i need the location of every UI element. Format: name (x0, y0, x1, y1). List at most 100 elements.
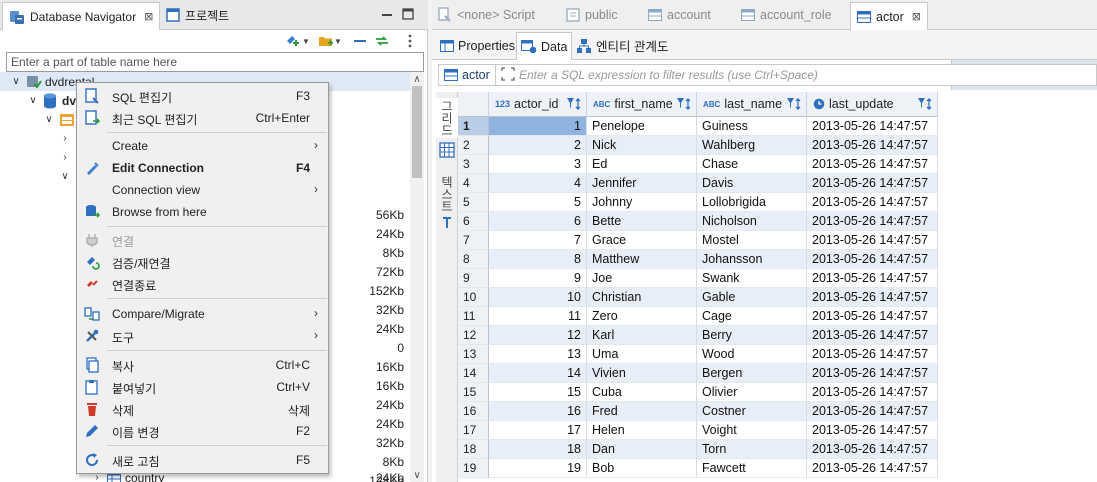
cell-last-update[interactable]: 2013-05-26 14:47:57 (807, 383, 938, 402)
table-row[interactable]: 7 7 Grace Mostel 2013-05-26 14:47:57 (458, 231, 1097, 250)
cell-first-name[interactable]: Grace (587, 231, 697, 250)
menu-item-create[interactable]: Create › (78, 135, 328, 157)
cell-first-name[interactable]: Penelope (587, 117, 697, 136)
collapse-all-icon[interactable] (352, 33, 368, 49)
cell-last-name[interactable]: Nicholson (697, 212, 807, 231)
minimize-icon[interactable] (381, 8, 393, 20)
table-row[interactable]: 12 12 Karl Berry 2013-05-26 14:47:57 (458, 326, 1097, 345)
view-menu-icon[interactable] (402, 33, 418, 49)
table-row[interactable]: 15 15 Cuba Olivier 2013-05-26 14:47:57 (458, 383, 1097, 402)
cell-last-name[interactable]: Wood (697, 345, 807, 364)
tab-grid-view[interactable]: 그리드 (436, 98, 458, 138)
grid-icon[interactable] (439, 142, 455, 158)
scroll-up-icon[interactable]: ∧ (410, 72, 424, 86)
table-row[interactable]: 10 10 Christian Gable 2013-05-26 14:47:57 (458, 288, 1097, 307)
cell-last-update[interactable]: 2013-05-26 14:47:57 (807, 459, 938, 478)
filter-sort-icon[interactable] (786, 97, 802, 111)
cell-last-update[interactable]: 2013-05-26 14:47:57 (807, 212, 938, 231)
cell-actor-id[interactable]: 11 (489, 307, 587, 326)
cell-actor-id[interactable]: 3 (489, 155, 587, 174)
cell-actor-id[interactable]: 7 (489, 231, 587, 250)
cell-first-name[interactable]: Karl (587, 326, 697, 345)
cell-actor-id[interactable]: 15 (489, 383, 587, 402)
cell-actor-id[interactable]: 13 (489, 345, 587, 364)
table-row[interactable]: 13 13 Uma Wood 2013-05-26 14:47:57 (458, 345, 1097, 364)
cell-first-name[interactable]: Nick (587, 136, 697, 155)
cell-actor-id[interactable]: 1 (489, 117, 587, 136)
tab-text-view[interactable]: 텍스트 (436, 172, 458, 216)
column-header-last-name[interactable]: ABC last_name (697, 92, 807, 117)
filter-sort-icon[interactable] (566, 97, 582, 111)
table-row[interactable]: 18 18 Dan Torn 2013-05-26 14:47:57 (458, 440, 1097, 459)
table-row[interactable]: 2 2 Nick Wahlberg 2013-05-26 14:47:57 (458, 136, 1097, 155)
link-with-editor-icon[interactable] (374, 33, 390, 49)
cell-last-name[interactable]: Fawcett (697, 459, 807, 478)
column-header-first-name[interactable]: ABC first_name (587, 92, 697, 117)
menu-item-edit-connection[interactable]: Edit Connection F4 (78, 157, 328, 179)
menu-item-browse-from-here[interactable]: Browse from here (78, 201, 328, 223)
cell-first-name[interactable]: Ed (587, 155, 697, 174)
chevron-right-icon[interactable]: › (59, 133, 71, 145)
menu-item-reconnect[interactable]: 검증/재연결 (78, 251, 328, 273)
cell-actor-id[interactable]: 18 (489, 440, 587, 459)
cell-last-update[interactable]: 2013-05-26 14:47:57 (807, 345, 938, 364)
subtab-data[interactable]: Data (516, 32, 573, 60)
table-filter-input[interactable] (6, 52, 424, 72)
entity-selector[interactable]: actor (439, 65, 496, 85)
cell-last-update[interactable]: 2013-05-26 14:47:57 (807, 174, 938, 193)
menu-item-paste[interactable]: 붙여넣기 Ctrl+V (78, 376, 328, 398)
cell-last-update[interactable]: 2013-05-26 14:47:57 (807, 155, 938, 174)
cell-actor-id[interactable]: 2 (489, 136, 587, 155)
subtab-er-diagram[interactable]: 엔티티 관계도 (572, 33, 672, 58)
cell-last-name[interactable]: Cage (697, 307, 807, 326)
table-row[interactable]: 14 14 Vivien Bergen 2013-05-26 14:47:57 (458, 364, 1097, 383)
menu-item-compare-migrate[interactable]: Compare/Migrate › (78, 303, 328, 325)
cell-last-update[interactable]: 2013-05-26 14:47:57 (807, 364, 938, 383)
filter-sort-icon[interactable] (676, 97, 692, 111)
tab-database-navigator[interactable]: Database Navigator ⊠ (2, 2, 161, 30)
cell-actor-id[interactable]: 14 (489, 364, 587, 383)
tab-actor[interactable]: actor ⊠ (850, 2, 929, 30)
sql-filter-input[interactable] (519, 67, 1089, 83)
cell-actor-id[interactable]: 5 (489, 193, 587, 212)
cell-last-update[interactable]: 2013-05-26 14:47:57 (807, 269, 938, 288)
new-folder-icon[interactable] (318, 33, 334, 49)
cell-first-name[interactable]: Joe (587, 269, 697, 288)
cell-last-update[interactable]: 2013-05-26 14:47:57 (807, 136, 938, 155)
chevron-right-icon[interactable]: › (59, 152, 71, 164)
menu-item-rename[interactable]: 이름 변경 F2 (78, 420, 328, 442)
cell-last-name[interactable]: Olivier (697, 383, 807, 402)
cell-last-update[interactable]: 2013-05-26 14:47:57 (807, 231, 938, 250)
cell-last-name[interactable]: Swank (697, 269, 807, 288)
menu-item-sql-editor[interactable]: SQL 편집기 F3 (78, 85, 328, 107)
cell-first-name[interactable]: Helen (587, 421, 697, 440)
chevron-down-icon[interactable]: ∨ (27, 95, 39, 107)
cell-first-name[interactable]: Zero (587, 307, 697, 326)
chevron-down-icon[interactable]: ∨ (59, 171, 71, 183)
chevron-down-icon[interactable]: ▼ (302, 33, 318, 49)
tab-account[interactable]: account (648, 4, 711, 26)
cell-actor-id[interactable]: 19 (489, 459, 587, 478)
cell-first-name[interactable]: Christian (587, 288, 697, 307)
chevron-down-icon[interactable]: ∨ (43, 114, 55, 126)
cell-actor-id[interactable]: 6 (489, 212, 587, 231)
cell-last-name[interactable]: Davis (697, 174, 807, 193)
cell-last-update[interactable]: 2013-05-26 14:47:57 (807, 402, 938, 421)
cell-first-name[interactable]: Matthew (587, 250, 697, 269)
cell-first-name[interactable]: Bob (587, 459, 697, 478)
cell-last-name[interactable]: Voight (697, 421, 807, 440)
cell-last-name[interactable]: Torn (697, 440, 807, 459)
table-row[interactable]: 1 1 Penelope Guiness 2013-05-26 14:47:57 (458, 117, 1097, 136)
menu-item-connection-view[interactable]: Connection view › (78, 179, 328, 201)
menu-item-tools[interactable]: 도구 › (78, 325, 328, 347)
cell-actor-id[interactable]: 17 (489, 421, 587, 440)
cell-last-name[interactable]: Chase (697, 155, 807, 174)
menu-item-connect[interactable]: 연결 (78, 229, 328, 251)
cell-first-name[interactable]: Bette (587, 212, 697, 231)
filter-sort-icon[interactable] (917, 97, 933, 111)
chevron-down-icon[interactable]: ▼ (334, 33, 350, 49)
cell-last-name[interactable]: Johansson (697, 250, 807, 269)
close-icon[interactable]: ⊠ (144, 10, 153, 23)
tab-script[interactable]: <none> Script (438, 4, 535, 26)
scroll-down-icon[interactable]: ∨ (410, 468, 424, 482)
